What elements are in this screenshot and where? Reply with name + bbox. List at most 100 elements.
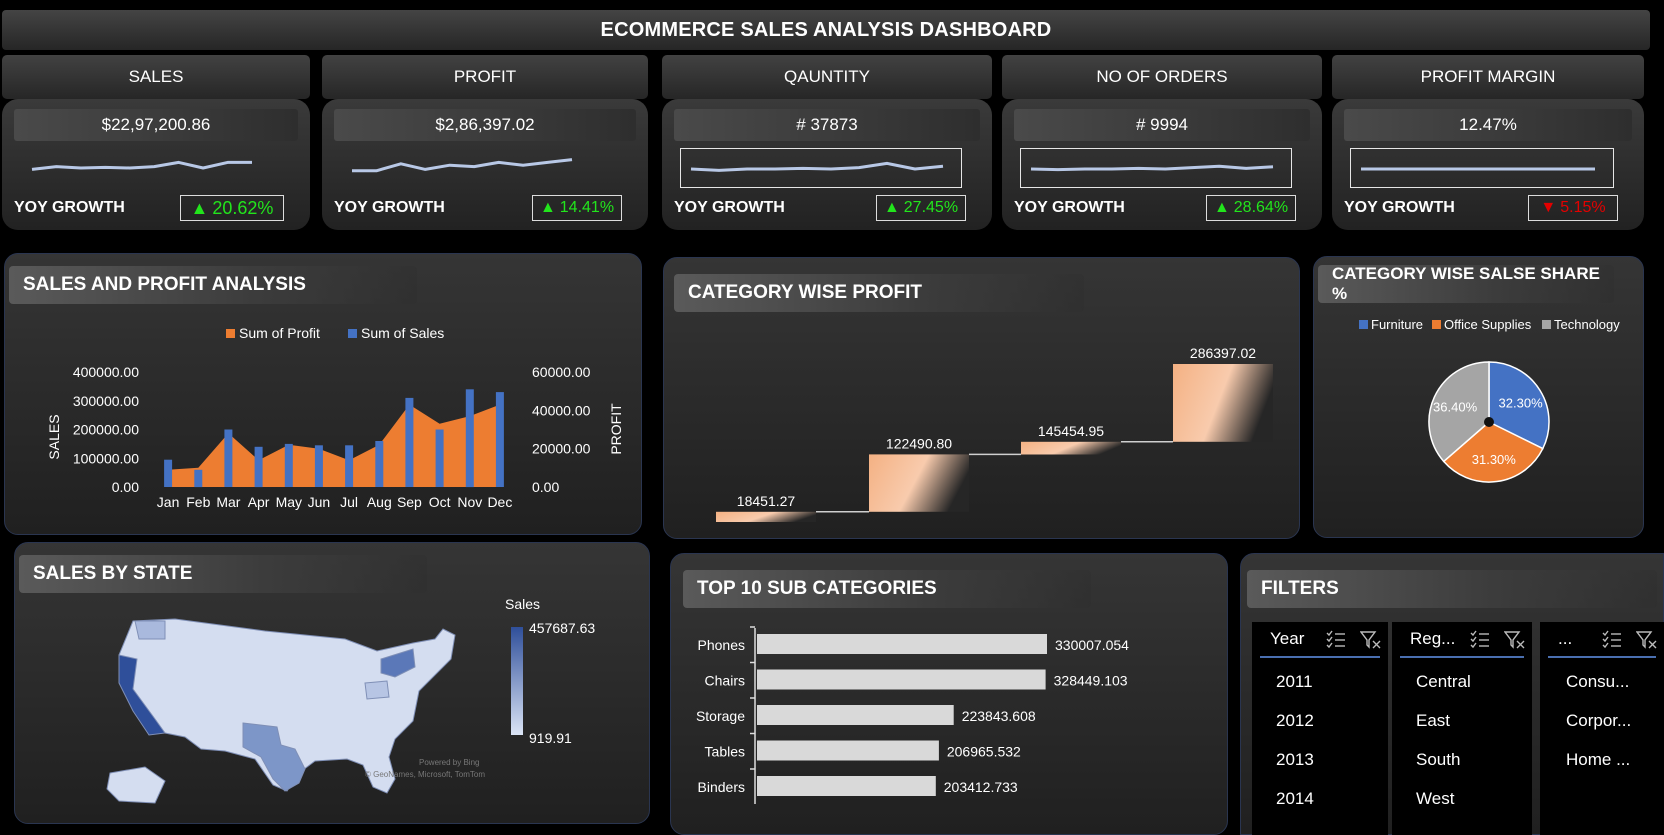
slicer-item[interactable]: Central	[1416, 672, 1471, 692]
map-legend-title: Sales	[505, 596, 540, 612]
sales-bar[interactable]	[465, 389, 474, 488]
filter-slicer[interactable]: Reg... Central East South West	[1392, 622, 1532, 835]
sales-bar[interactable]	[254, 446, 263, 488]
slicer-item[interactable]: Corpor...	[1566, 711, 1631, 731]
slicer-icons	[1602, 630, 1658, 650]
sales-bar[interactable]	[435, 429, 444, 488]
clear-filter-icon[interactable]	[1636, 630, 1658, 650]
slicer-icons	[1326, 630, 1382, 650]
pie-center	[1484, 417, 1494, 427]
waterfall-data-label: 18451.27	[737, 493, 796, 509]
yoy-value: 5.15%	[1560, 199, 1606, 216]
triangle-down-icon: ▼	[1540, 199, 1557, 216]
category-share-panel[interactable]: CATEGORY WISE SALSE SHARE % Furniture Off…	[1313, 256, 1644, 538]
x-tick-label: Mar	[216, 494, 240, 510]
subcategory-label: Tables	[705, 744, 745, 760]
kpi-card[interactable]: $2,86,397.02 YOY GROWTH ▲ 14.41%	[322, 99, 648, 230]
slicer-item[interactable]: 2011	[1276, 672, 1313, 692]
subcategory-bar[interactable]	[757, 705, 954, 725]
slicer-item[interactable]: 2013	[1276, 750, 1314, 770]
triangle-up-icon: ▲	[883, 199, 900, 216]
slicer-item[interactable]: East	[1416, 711, 1450, 731]
subcategory-bar[interactable]	[757, 740, 939, 761]
waterfall-bar[interactable]	[1173, 364, 1273, 442]
kpi-header: SALES	[2, 55, 310, 99]
sales-bar[interactable]	[345, 445, 354, 487]
triangle-up-icon: ▲	[1213, 199, 1230, 216]
triangle-up-icon: ▲	[190, 197, 209, 218]
sparkline-line	[352, 158, 573, 173]
x-tick-label: Aug	[367, 494, 392, 510]
sales-by-state-panel[interactable]: SALES BY STATE Sales 457687.63 919.91 Po…	[14, 542, 650, 824]
slicer-item[interactable]: Home ...	[1566, 750, 1630, 770]
sales-bar[interactable]	[224, 429, 233, 488]
category-profit-panel[interactable]: CATEGORY WISE PROFIT 18451.27 122490.80 14…	[663, 257, 1300, 539]
kpi-card[interactable]: # 37873 YOY GROWTH ▲ 27.45%	[662, 99, 992, 230]
sales-bar[interactable]	[405, 397, 414, 487]
clear-filter-icon[interactable]	[1360, 630, 1382, 650]
sparkline-line	[690, 161, 944, 172]
category-profit-chart[interactable]: 18451.27 122490.80 145454.95 286397.02	[664, 258, 1301, 540]
x-tick-label: Dec	[487, 494, 512, 510]
us-map[interactable]: Sales 457687.63 919.91 Powered by Bing ©…	[15, 543, 651, 825]
multi-select-icon[interactable]	[1602, 630, 1622, 650]
sales-bar[interactable]	[164, 459, 173, 487]
sales-profit-panel[interactable]: SALES AND PROFIT ANALYSIS Sum of Profit S…	[4, 253, 642, 535]
subcategory-bar[interactable]	[757, 776, 936, 796]
yoy-value: 28.64%	[1233, 199, 1289, 216]
profit-area[interactable]	[168, 404, 500, 487]
multi-select-icon[interactable]	[1470, 630, 1490, 650]
x-tick-label: Apr	[248, 494, 270, 510]
filter-slicer[interactable]: ... Consu... Corpor... Home ...	[1540, 622, 1664, 835]
sales-bar[interactable]	[284, 443, 293, 487]
kpi-sparkline	[690, 161, 944, 172]
kpi-card[interactable]: # 9994 YOY GROWTH ▲ 28.64%	[1002, 99, 1322, 230]
legend-swatch	[1542, 320, 1551, 329]
filter-slicer[interactable]: Year 2011 2012 2013 2014	[1252, 622, 1388, 835]
y-tick-label: 400000.00	[73, 364, 139, 380]
map-legend-min: 919.91	[529, 730, 572, 746]
slicer-item[interactable]: West	[1416, 789, 1454, 809]
slicer-item[interactable]: South	[1416, 750, 1460, 770]
yoy-label: YOY GROWTH	[1014, 199, 1125, 216]
slicer-item[interactable]: 2012	[1276, 711, 1314, 731]
sales-bar[interactable]	[314, 445, 323, 487]
x-tick-label: Oct	[429, 494, 451, 510]
top10-panel[interactable]: TOP 10 SUB CATEGORIES Phones 330007.054 Ch…	[670, 553, 1228, 835]
clear-filter-icon[interactable]	[1504, 630, 1526, 650]
waterfall-bar[interactable]	[716, 511, 816, 522]
subcategory-label: Binders	[698, 779, 745, 795]
pie-data-label: 32.30%	[1499, 395, 1544, 410]
slicer-title: Reg...	[1410, 629, 1456, 648]
kpi-card[interactable]: $22,97,200.86 YOY GROWTH ▲ 20.62%	[2, 99, 310, 230]
multi-select-icon[interactable]	[1326, 630, 1346, 650]
slicer-item[interactable]: 2014	[1276, 789, 1314, 809]
y2-tick-label: 40000.00	[532, 402, 591, 418]
sales-bar[interactable]	[495, 392, 504, 487]
top10-chart[interactable]: Phones 330007.054 Chairs 328449.103 Storage 2…	[671, 554, 1229, 835]
triangle-up-icon: ▲	[539, 199, 556, 216]
sales-profit-chart[interactable]: Sum of Profit Sum of Sales Jan Feb Mar Apr May…	[5, 254, 643, 536]
waterfall-bar[interactable]	[1021, 441, 1121, 455]
kpi-card[interactable]: 12.47% YOY GROWTH ▼ 5.15%	[1332, 99, 1644, 230]
category-share-chart[interactable]: Furniture Office Supplies Technology 32.30%…	[1314, 257, 1645, 539]
kpi-header: PROFIT MARGIN	[1332, 55, 1644, 99]
yoy-value-box: ▲ 28.64%	[1206, 195, 1296, 221]
x-tick-label: Jan	[157, 494, 180, 510]
legend-label: Technology	[1554, 317, 1620, 332]
slicer-item[interactable]: Consu...	[1566, 672, 1629, 692]
waterfall-bar[interactable]	[869, 454, 969, 512]
map-legend-max: 457687.63	[529, 620, 595, 636]
x-tick-label: Feb	[186, 494, 210, 510]
yoy-value-box: ▲ 27.45%	[876, 195, 966, 221]
legend-label-sales: Sum of Sales	[361, 325, 444, 341]
kpi-sparkline	[1030, 164, 1274, 172]
subcategory-value: 330007.054	[1055, 637, 1129, 653]
y2-tick-label: 60000.00	[532, 364, 591, 380]
subcategory-bar[interactable]	[757, 634, 1047, 654]
legend-label: Office Supplies	[1444, 317, 1532, 332]
sales-bar[interactable]	[375, 441, 384, 487]
sales-bar[interactable]	[194, 469, 203, 488]
subcategory-bar[interactable]	[757, 669, 1046, 690]
kpi-value: # 9994	[1014, 109, 1310, 141]
